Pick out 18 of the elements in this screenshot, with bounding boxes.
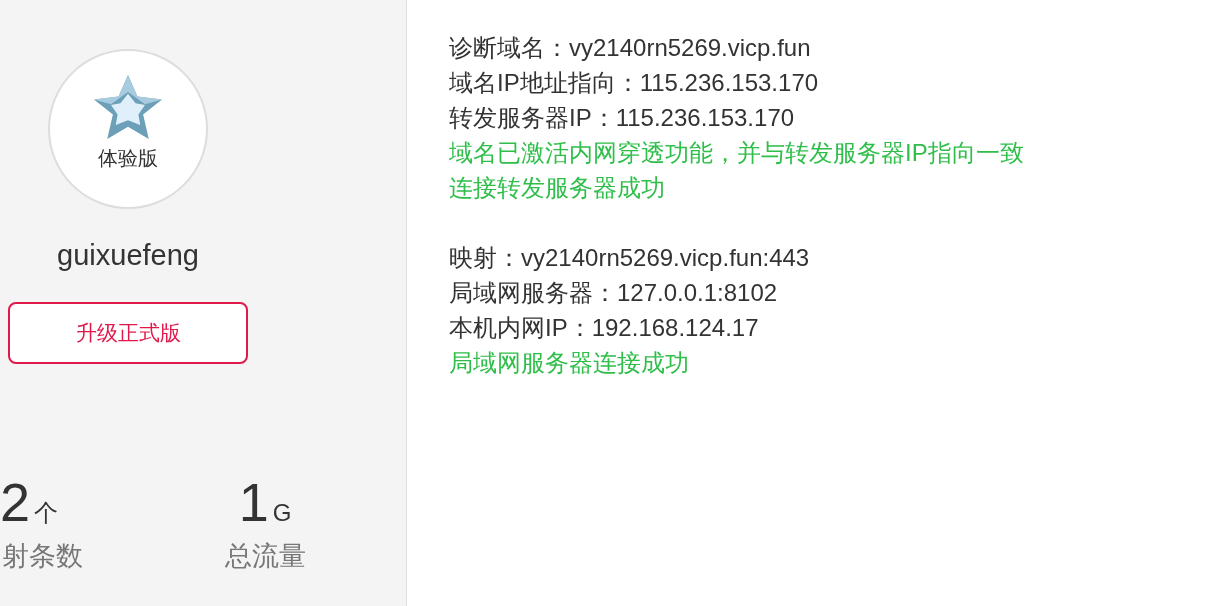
- stat-value: 2: [0, 474, 31, 530]
- upgrade-button[interactable]: 升级正式版: [8, 302, 248, 364]
- success-message: 域名已激活内网穿透功能，并与转发服务器IP指向一致: [449, 138, 1024, 168]
- stat-label: 总流量: [224, 540, 306, 573]
- success-message: 局域网服务器连接成功: [449, 348, 690, 378]
- info-line: 本机内网IP：192.168.124.17: [449, 313, 760, 343]
- info-line: 诊断域名：vy2140rn5269.vicp.fun: [449, 33, 812, 63]
- info-line: 局域网服务器：127.0.0.1:8102: [449, 278, 779, 308]
- username: guixuefeng: [56, 239, 200, 272]
- info-line: 域名IP地址指向：115.236.153.170: [449, 68, 820, 98]
- info-line: 映射：vy2140rn5269.vicp.fun:443: [449, 243, 811, 273]
- info-line: 转发服务器IP：115.236.153.170: [449, 103, 796, 133]
- badge-label: 体验版: [98, 146, 158, 171]
- stat-unit: 个: [34, 498, 59, 528]
- stat-value: 1: [238, 474, 269, 530]
- stat-label: 射条数: [2, 540, 83, 573]
- stat-unit: G: [272, 499, 292, 527]
- success-message: 连接转发服务器成功: [449, 173, 666, 203]
